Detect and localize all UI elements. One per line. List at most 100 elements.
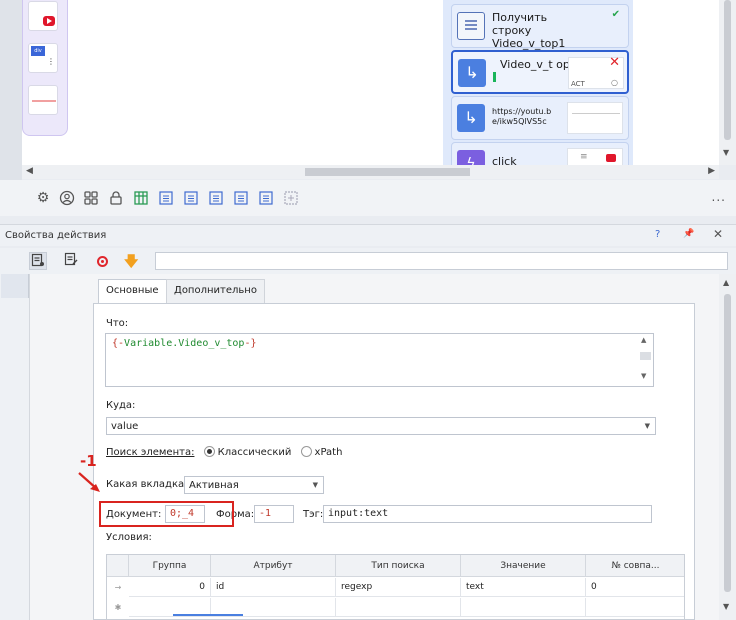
what-label: Что:: [106, 318, 129, 329]
youtube-icon: [43, 16, 55, 26]
radio-classic-label: Классический: [217, 447, 292, 458]
chevron-down-icon: ▼: [644, 422, 650, 430]
canvas-horizontal-scrollbar[interactable]: ◀ ▶: [22, 165, 719, 179]
scroll-down-arrow-icon[interactable]: ▼: [723, 148, 729, 157]
row-marker-header: [107, 555, 129, 577]
list-icon-3[interactable]: [208, 190, 224, 206]
action-name-input[interactable]: [155, 252, 728, 270]
scroll-thumb[interactable]: [724, 294, 731, 592]
edit-list-icon[interactable]: [62, 252, 80, 270]
where-label: Куда:: [106, 400, 136, 411]
arrow-icon: ↳: [457, 104, 485, 132]
row-marker-new-icon: ✱: [114, 603, 122, 612]
record-icon[interactable]: [97, 256, 108, 267]
left-gutter: [0, 0, 22, 180]
what-textarea[interactable]: {-Variable.Video_v_top-}: [105, 333, 654, 387]
column-header-match[interactable]: № совпа...: [586, 555, 684, 577]
panel-title: Свойства действия: [5, 230, 107, 241]
radio-xpath-label: xPath: [314, 447, 343, 458]
table-icon[interactable]: [133, 190, 149, 206]
annotation-arrow-icon: [78, 472, 100, 492]
canvas-toolbar: ⚙ ...: [0, 180, 736, 216]
column-header-group[interactable]: Группа: [129, 555, 211, 577]
scroll-down-arrow-icon[interactable]: ▼: [723, 602, 729, 611]
list-icon-1[interactable]: [158, 190, 174, 206]
check-icon: ✔: [611, 9, 620, 20]
arrow-icon: ↳: [458, 59, 486, 87]
node-label: Получить строку Video_v_top1: [492, 11, 566, 50]
close-panel-icon[interactable]: ✕: [713, 227, 723, 241]
user-icon[interactable]: [59, 190, 75, 206]
project-canvas[interactable]: div ⋮ Получить строку Video_v_top1 ✔ ↳ V…: [22, 0, 719, 165]
node-youtube-url[interactable]: ↳ https://youtu.b e/ikw5QlVS5c: [451, 96, 629, 140]
properties-header: Свойства действия ? 📌 ✕: [0, 224, 736, 246]
table-cell-group[interactable]: 0: [129, 578, 211, 597]
list-icon-5[interactable]: [258, 190, 274, 206]
conditions-table[interactable]: Группа Атрибут Тип поиска Значение № сов…: [106, 554, 685, 620]
more-options-icon[interactable]: ...: [712, 190, 726, 204]
annotation-highlight-box: [99, 501, 234, 527]
table-horizontal-scrollbar[interactable]: [173, 614, 243, 616]
pin-icon[interactable]: 📌: [683, 229, 694, 239]
node-thumbnail: ≡: [567, 148, 623, 165]
conditions-label: Условия:: [106, 532, 152, 543]
radio-classic[interactable]: [203, 446, 215, 457]
form-input[interactable]: -1: [254, 505, 294, 523]
column-header-value[interactable]: Значение: [461, 555, 586, 577]
table-cell-search-type[interactable]: regexp: [336, 578, 461, 597]
properties-toolbar: 🡇: [0, 248, 736, 274]
node-video-top[interactable]: ↳ Video_v_t op ACT ○ ✕: [451, 50, 629, 94]
column-header-search-type[interactable]: Тип поиска: [336, 555, 461, 577]
where-select[interactable]: value ▼: [106, 417, 656, 435]
form-vertical-scrollbar[interactable]: ▲ ▼: [719, 274, 736, 620]
search-element-label: Поиск элемента:: [106, 447, 195, 458]
node-get-string[interactable]: Получить строку Video_v_top1 ✔: [451, 4, 629, 50]
scroll-up-arrow-icon[interactable]: ▲: [723, 278, 729, 287]
tab-select[interactable]: Активная ▼: [184, 476, 324, 494]
help-icon[interactable]: ?: [655, 229, 660, 240]
table-cell-value[interactable]: [461, 598, 586, 617]
properties-side-bar: [0, 274, 30, 620]
list-icon-4[interactable]: [233, 190, 249, 206]
side-bar-button[interactable]: [1, 274, 29, 298]
textarea-scrollbar[interactable]: ▲ ▼: [637, 334, 653, 386]
download-arrow-icon[interactable]: 🡇: [124, 251, 138, 275]
table-cell-attribute[interactable]: id: [211, 578, 336, 597]
settings-icon[interactable]: ⚙: [35, 190, 51, 206]
add-icon[interactable]: [283, 190, 299, 206]
action-card-youtube[interactable]: [28, 1, 58, 31]
tab-label: Какая вкладка:: [106, 479, 188, 490]
list-icon-2[interactable]: [183, 190, 199, 206]
table-cell-value[interactable]: text: [461, 578, 586, 597]
div-icon: div: [31, 46, 45, 56]
status-indicator: [493, 72, 496, 82]
action-group-right[interactable]: Получить строку Video_v_top1 ✔ ↳ Video_v…: [443, 0, 633, 165]
action-group-left[interactable]: div ⋮: [22, 0, 68, 136]
column-header-attribute[interactable]: Атрибут: [211, 555, 336, 577]
list-icon: [457, 12, 485, 40]
tab-advanced[interactable]: Дополнительно: [166, 279, 265, 303]
scroll-left-arrow-icon[interactable]: ◀: [26, 166, 33, 176]
chevron-down-icon: ▼: [312, 481, 318, 489]
radio-xpath[interactable]: [300, 446, 312, 457]
scroll-thumb[interactable]: [305, 168, 470, 176]
table-cell-match[interactable]: 0: [586, 578, 684, 597]
red-line-icon: [32, 100, 56, 102]
action-card-div[interactable]: div ⋮: [28, 43, 58, 73]
table-cell-search-type[interactable]: [336, 598, 461, 617]
grid-icon[interactable]: [83, 190, 99, 206]
scroll-right-arrow-icon[interactable]: ▶: [708, 166, 715, 176]
node-click[interactable]: ϟ click ≡: [451, 142, 629, 165]
properties-view-icon[interactable]: [29, 252, 47, 270]
action-card-red[interactable]: [28, 85, 58, 115]
scroll-thumb[interactable]: [724, 0, 731, 140]
canvas-vertical-scrollbar[interactable]: ▼: [719, 0, 736, 165]
search-element-row: Поиск элемента: Классический xPath: [106, 446, 342, 458]
row-marker-arrow-icon: →: [114, 583, 122, 592]
close-icon[interactable]: ✕: [609, 55, 620, 70]
properties-form: Основные Дополнительно Что: {-Variable.V…: [30, 274, 719, 620]
tag-input[interactable]: input:text: [323, 505, 652, 523]
tab-main[interactable]: Основные: [98, 279, 167, 303]
lock-icon[interactable]: [108, 190, 124, 206]
table-cell-match[interactable]: [586, 598, 684, 617]
